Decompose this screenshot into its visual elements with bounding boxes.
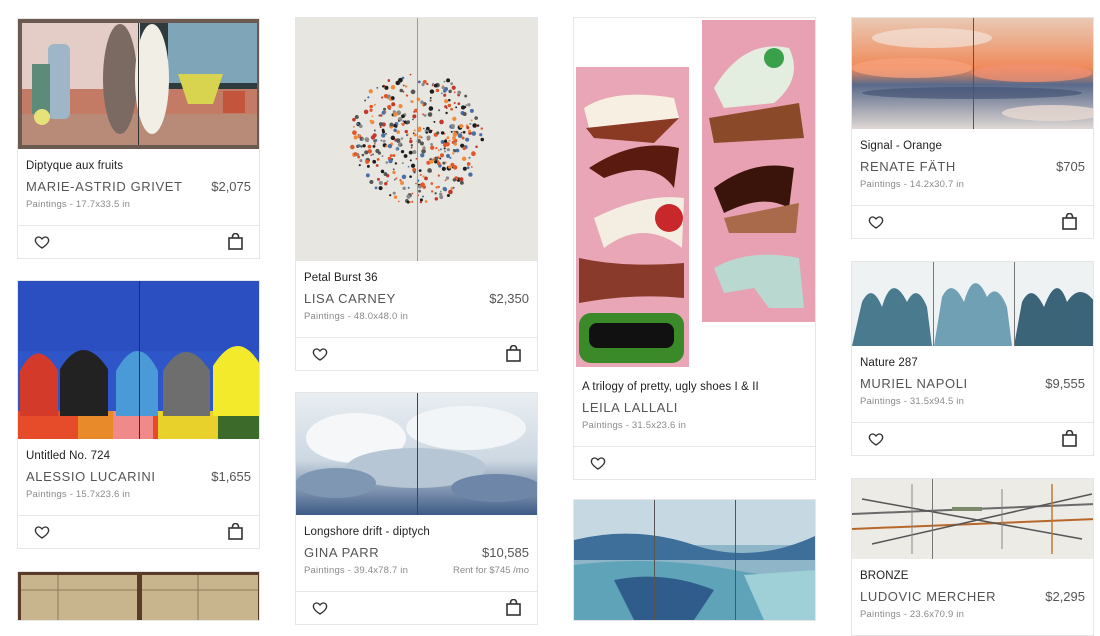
card-actions — [852, 205, 1093, 238]
artwork-title[interactable]: Signal - Orange — [860, 140, 1085, 152]
artwork-card[interactable] — [573, 499, 816, 621]
artwork-card[interactable]: Signal - Orange RENATE FÄTH $705 Paintin… — [851, 17, 1094, 239]
artwork-image[interactable] — [574, 18, 815, 370]
artwork-info: BRONZE LUDOVIC MERCHER $2,295 Paintings … — [852, 559, 1093, 635]
artwork-meta: Paintings - 17.7x33.5 in — [26, 199, 131, 210]
artwork-title[interactable]: Nature 287 — [860, 357, 1085, 369]
artwork-card[interactable]: Petal Burst 36 LISA CARNEY $2,350 Painti… — [295, 17, 538, 371]
artwork-meta: Paintings - 23.6x70.9 in — [860, 609, 965, 620]
artwork-meta: Paintings - 14.2x30.7 in — [860, 179, 965, 190]
card-actions — [852, 422, 1093, 455]
artwork-title[interactable]: A trilogy of pretty, ugly shoes I & II — [582, 381, 807, 393]
card-actions — [18, 225, 259, 258]
artwork-title[interactable]: Longshore drift - diptych — [304, 526, 529, 538]
shopping-bag-icon[interactable] — [228, 523, 243, 540]
artist-name[interactable]: MARIE-ASTRID GRIVET — [26, 179, 183, 194]
artwork-meta: Paintings - 39.4x78.7 in — [304, 565, 409, 576]
rent-price: Rent for $745 /mo — [452, 565, 529, 576]
artwork-image[interactable] — [852, 262, 1093, 346]
heart-icon[interactable] — [590, 455, 606, 471]
artwork-info: A trilogy of pretty, ugly shoes I & II L… — [574, 370, 815, 446]
heart-icon[interactable] — [34, 524, 50, 540]
artwork-image[interactable] — [852, 18, 1093, 129]
shopping-bag-icon[interactable] — [506, 599, 521, 616]
shopping-bag-icon[interactable] — [1062, 430, 1077, 447]
artwork-meta: Paintings - 31.5x94.5 in — [860, 396, 965, 407]
artwork-image[interactable] — [852, 479, 1093, 559]
card-actions — [574, 446, 815, 479]
artwork-price: $2,295 — [1045, 589, 1085, 604]
artwork-title[interactable]: Diptyque aux fruits — [26, 160, 251, 172]
artwork-card[interactable] — [17, 571, 260, 621]
shopping-bag-icon[interactable] — [506, 345, 521, 362]
artist-name[interactable]: LISA CARNEY — [304, 291, 396, 306]
artwork-card[interactable]: BRONZE LUDOVIC MERCHER $2,295 Paintings … — [851, 478, 1094, 636]
artwork-meta: Paintings - 31.5x23.6 in — [582, 420, 687, 431]
artwork-price: $2,350 — [489, 291, 529, 306]
artwork-title[interactable]: Petal Burst 36 — [304, 272, 529, 284]
artwork-meta: Paintings - 15.7x23.6 in — [26, 489, 131, 500]
shopping-bag-icon[interactable] — [1062, 213, 1077, 230]
artwork-info: Nature 287 MURIEL NAPOLI $9,555 Painting… — [852, 346, 1093, 422]
artist-name[interactable]: ALESSIO LUCARINI — [26, 469, 156, 484]
artwork-card[interactable]: A trilogy of pretty, ugly shoes I & II L… — [573, 17, 816, 480]
artwork-image[interactable] — [296, 18, 537, 261]
heart-icon[interactable] — [34, 234, 50, 250]
artwork-info: Signal - Orange RENATE FÄTH $705 Paintin… — [852, 129, 1093, 205]
artwork-image[interactable] — [296, 393, 537, 515]
artwork-price: $2,075 — [211, 179, 251, 194]
artist-name[interactable]: LUDOVIC MERCHER — [860, 589, 996, 604]
artist-name[interactable]: RENATE FÄTH — [860, 159, 956, 174]
artwork-info: Untitled No. 724 ALESSIO LUCARINI $1,655… — [18, 439, 259, 515]
artwork-meta: Paintings - 48.0x48.0 in — [304, 311, 409, 322]
artwork-title[interactable]: Untitled No. 724 — [26, 450, 251, 462]
artwork-title[interactable]: BRONZE — [860, 570, 1085, 582]
artwork-info: Diptyque aux fruits MARIE-ASTRID GRIVET … — [18, 149, 259, 225]
card-actions — [296, 591, 537, 624]
artwork-image[interactable] — [18, 572, 259, 620]
artwork-info: Petal Burst 36 LISA CARNEY $2,350 Painti… — [296, 261, 537, 337]
artwork-price: $10,585 — [482, 545, 529, 560]
artwork-price: $9,555 — [1045, 376, 1085, 391]
card-actions — [296, 337, 537, 370]
artwork-image[interactable] — [18, 19, 259, 149]
artwork-card[interactable]: Diptyque aux fruits MARIE-ASTRID GRIVET … — [17, 18, 260, 259]
artist-name[interactable]: LEILA LALLALI — [582, 400, 678, 415]
artwork-image[interactable] — [574, 500, 815, 620]
heart-icon[interactable] — [868, 431, 884, 447]
artwork-card[interactable]: Longshore drift - diptych GINA PARR $10,… — [295, 392, 538, 625]
artwork-info: Longshore drift - diptych GINA PARR $10,… — [296, 515, 537, 591]
artist-name[interactable]: GINA PARR — [304, 545, 379, 560]
heart-icon[interactable] — [312, 346, 328, 362]
artist-name[interactable]: MURIEL NAPOLI — [860, 376, 968, 391]
artwork-image[interactable] — [18, 281, 259, 439]
card-actions — [18, 515, 259, 548]
heart-icon[interactable] — [868, 214, 884, 230]
artwork-card[interactable]: Untitled No. 724 ALESSIO LUCARINI $1,655… — [17, 280, 260, 549]
artwork-price: $705 — [1056, 159, 1085, 174]
heart-icon[interactable] — [312, 600, 328, 616]
artwork-card[interactable]: Nature 287 MURIEL NAPOLI $9,555 Painting… — [851, 261, 1094, 456]
artwork-price: $1,655 — [211, 469, 251, 484]
shopping-bag-icon[interactable] — [228, 233, 243, 250]
